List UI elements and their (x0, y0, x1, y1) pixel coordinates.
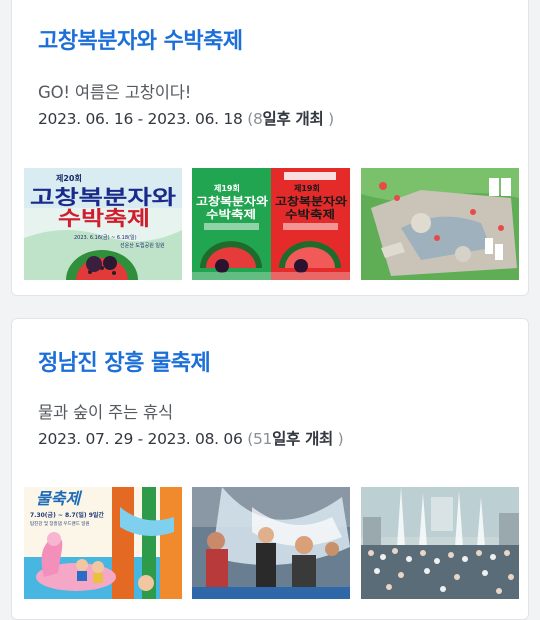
days-until: 8 (252, 110, 263, 128)
festival-title[interactable]: 고창복분자와 수박축제 (38, 23, 243, 55)
days-until: 51 (252, 430, 273, 448)
poster-b-edition: 제19회 (294, 183, 320, 193)
festival-image-gallery: 제20회 고창복분자와 수박축제 2023. 6.16(금) ~ 6.18(일)… (24, 168, 519, 280)
festival-image-gallery: 물축제 7.30(금) ~ 8.7(일) 9일간 탐진강 및 장흥댐 우드랜드 … (24, 487, 519, 599)
poster-venue-text: 탐진강 및 장흥댐 우드랜드 일원 (30, 520, 90, 527)
poster-venue-text: 선운산 도립공원 일원 (120, 242, 165, 249)
festival-subtitle: GO! 여름은 고창이다! (38, 83, 192, 102)
festival-subtitle: 물과 숲이 주는 휴식 (38, 403, 173, 422)
poster-a-title-line1: 고창복분자와 (196, 194, 268, 208)
festival-map-image[interactable] (361, 168, 519, 280)
poster-title-text: 물축제 (36, 489, 82, 508)
festival-poster-image[interactable]: 제20회 고창복분자와 수박축제 2023. 6.16(금) ~ 6.18(일)… (24, 168, 182, 280)
festival-card[interactable]: 정남진 장흥 물축제 물과 숲이 주는 휴식 2023. 07. 29 - 20… (11, 318, 529, 620)
poster-title-line2: 수박축제 (58, 206, 150, 230)
poster-b-title-line2: 수박축제 (285, 207, 335, 221)
festival-title[interactable]: 정남진 장흥 물축제 (38, 345, 211, 377)
festival-poster-pair-image[interactable]: 제19회 고창복분자와 수박축제 제19회 고창복분자와 수박축제 (192, 168, 350, 280)
date-range: 2023. 07. 29 - 2023. 08. 06 (38, 430, 243, 448)
paren-close: ) (328, 110, 334, 128)
days-until-suffix: 일후 개최 (262, 110, 324, 128)
poster-date-text: 7.30(금) ~ 8.7(일) 9일간 (30, 511, 104, 519)
date-range: 2023. 06. 16 - 2023. 06. 18 (38, 110, 243, 128)
festival-dates: 2023. 07. 29 - 2023. 08. 06 (51일후 개최 ) (38, 427, 344, 449)
poster-a-edition: 제19회 (214, 183, 240, 193)
poster-edition-text: 제20회 (56, 173, 82, 183)
poster-a-title-line2: 수박축제 (206, 207, 256, 221)
poster-date-text: 2023. 6.16(금) ~ 6.18(일) (74, 234, 137, 241)
festival-dates: 2023. 06. 16 - 2023. 06. 18 (8일후 개최 ) (38, 107, 334, 129)
water-splash-photo[interactable] (192, 487, 350, 599)
crowd-photo[interactable] (361, 487, 519, 599)
paren-close: ) (337, 430, 344, 448)
festival-poster-image[interactable]: 물축제 7.30(금) ~ 8.7(일) 9일간 탐진강 및 장흥댐 우드랜드 … (24, 487, 182, 599)
festival-card[interactable]: 고창복분자와 수박축제 GO! 여름은 고창이다! 2023. 06. 16 -… (11, 0, 529, 296)
poster-b-title-line1: 고창복분자와 (275, 194, 347, 208)
days-until-suffix: 일후 개최 (272, 430, 334, 448)
